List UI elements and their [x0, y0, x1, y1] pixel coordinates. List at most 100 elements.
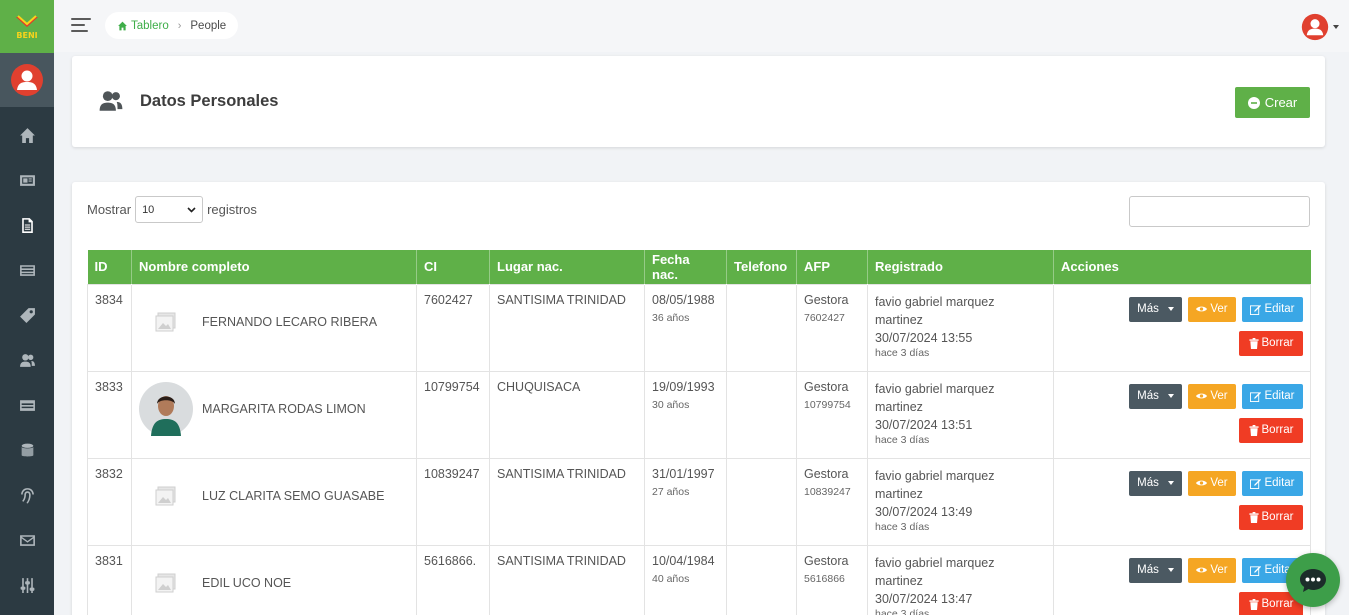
- table-card: Mostrar 10 registros ID Nombre completo CI…: [72, 182, 1325, 615]
- user-avatar-icon: [1301, 13, 1329, 41]
- edit-button[interactable]: Editar: [1242, 383, 1303, 409]
- database-icon: [21, 443, 33, 457]
- more-button[interactable]: Más: [1129, 383, 1182, 409]
- home-icon: [118, 21, 127, 30]
- menu-toggle-icon[interactable]: [71, 18, 91, 32]
- afp-name: Gestora: [804, 379, 849, 394]
- birthdate: 10/04/1984: [652, 553, 715, 568]
- cell-actions: Más Ver Editar Borrar: [1053, 457, 1311, 546]
- eye-icon: [1196, 393, 1208, 399]
- column-header[interactable]: Lugar nac.: [489, 250, 645, 284]
- sidebar: BENI: [0, 0, 54, 615]
- registered-by: favio gabriel marquez: [875, 468, 995, 483]
- afp-name: Gestora: [804, 292, 849, 307]
- cell-birthdate: 08/05/1988 36 años: [644, 283, 727, 372]
- cell-ci: 10799754: [416, 370, 490, 459]
- eye-icon: [1196, 306, 1208, 312]
- edit-icon: [1250, 304, 1262, 315]
- users-icon: [99, 91, 123, 111]
- image-placeholder-icon: [155, 312, 176, 331]
- person-name: MARGARITA RODAS LIMON: [202, 401, 366, 416]
- registered-by-cont: martinez: [875, 486, 923, 501]
- delete-label: Borrar: [1261, 511, 1294, 523]
- registered-at: 30/07/2024 13:49: [875, 504, 973, 519]
- sidebar-item-list[interactable]: [0, 248, 54, 293]
- page-header-card: Datos Personales Crear: [72, 56, 1325, 147]
- cell-birthplace: CHUQUISACA: [489, 370, 645, 459]
- sidebar-item-dashboard[interactable]: [0, 158, 54, 203]
- chevron-down-icon: [187, 206, 196, 213]
- column-header[interactable]: AFP: [796, 250, 868, 284]
- age: 30 años: [652, 398, 690, 411]
- column-header[interactable]: Registrado: [867, 250, 1054, 284]
- registered-by-cont: martinez: [875, 573, 923, 588]
- page-length-control: Mostrar 10 registros: [87, 196, 257, 223]
- column-header[interactable]: CI: [416, 250, 490, 284]
- home-icon: [19, 128, 35, 143]
- column-header[interactable]: Telefono: [726, 250, 797, 284]
- edit-button[interactable]: Editar: [1242, 470, 1303, 496]
- column-header[interactable]: Fecha nac.: [644, 250, 727, 284]
- table-row: 3833 MARGARITA RODAS LIMON 10799754 CHUQ…: [87, 370, 1311, 459]
- more-label: Más: [1137, 390, 1159, 402]
- view-button[interactable]: Ver: [1188, 296, 1236, 322]
- cell-id: 3833: [87, 370, 132, 459]
- column-header[interactable]: Acciones: [1053, 250, 1311, 284]
- view-button[interactable]: Ver: [1188, 470, 1236, 496]
- cell-id: 3834: [87, 283, 132, 372]
- logo-text: BENI: [16, 31, 37, 40]
- person-photo: [139, 381, 193, 436]
- afp-name: Gestora: [804, 553, 849, 568]
- registered-by: favio gabriel marquez: [875, 294, 995, 309]
- sidebar-item-fingerprint[interactable]: [0, 473, 54, 518]
- more-button[interactable]: Más: [1129, 557, 1182, 583]
- create-button[interactable]: Crear: [1235, 87, 1310, 118]
- sidebar-item-mail[interactable]: [0, 518, 54, 563]
- cell-phone: [726, 370, 797, 459]
- cell-registered: favio gabriel marquez martinez 30/07/202…: [867, 457, 1054, 546]
- birthdate: 31/01/1997: [652, 466, 715, 481]
- sidebar-item-documents[interactable]: [0, 203, 54, 248]
- sidebar-item-database[interactable]: [0, 428, 54, 473]
- registered-by-cont: martinez: [875, 312, 923, 327]
- view-label: Ver: [1210, 303, 1228, 315]
- brand-logo[interactable]: BENI: [0, 0, 54, 53]
- image-placeholder-icon: [155, 486, 176, 505]
- person-avatar[interactable]: [139, 381, 193, 436]
- delete-button[interactable]: Borrar: [1239, 504, 1303, 530]
- delete-button[interactable]: Borrar: [1239, 417, 1303, 443]
- delete-button[interactable]: Borrar: [1239, 330, 1303, 356]
- person-avatar[interactable]: [139, 469, 193, 523]
- person-avatar[interactable]: [139, 556, 193, 610]
- page-length-select[interactable]: 10: [135, 196, 204, 223]
- column-header[interactable]: ID: [87, 250, 132, 284]
- user-menu[interactable]: [1301, 13, 1339, 41]
- person-avatar[interactable]: [139, 295, 193, 349]
- sidebar-item-tags[interactable]: [0, 293, 54, 338]
- view-button[interactable]: Ver: [1188, 383, 1236, 409]
- sidebar-user-avatar[interactable]: [0, 53, 54, 107]
- topbar: Tablero › People: [54, 0, 1349, 52]
- records-label: registros: [207, 202, 257, 217]
- edit-icon: [1250, 391, 1262, 402]
- more-label: Más: [1137, 564, 1159, 576]
- sidebar-item-home[interactable]: [0, 113, 54, 158]
- cell-birthplace: SANTISIMA TRINIDAD: [489, 457, 645, 546]
- chat-button[interactable]: [1286, 553, 1340, 607]
- sidebar-item-table[interactable]: [0, 383, 54, 428]
- view-button[interactable]: Ver: [1188, 557, 1236, 583]
- sidebar-item-settings[interactable]: [0, 563, 54, 608]
- cell-phone: [726, 544, 797, 615]
- column-header[interactable]: Nombre completo: [131, 250, 417, 284]
- more-button[interactable]: Más: [1129, 470, 1182, 496]
- edit-button[interactable]: Editar: [1242, 296, 1303, 322]
- delete-label: Borrar: [1261, 424, 1294, 436]
- search-input[interactable]: [1129, 196, 1310, 227]
- cell-birthdate: 31/01/1997 27 años: [644, 457, 727, 546]
- breadcrumb-home[interactable]: Tablero: [117, 20, 169, 32]
- cell-name: FERNANDO LECARO RIBERA: [131, 283, 417, 372]
- delete-label: Borrar: [1261, 337, 1294, 349]
- sidebar-item-people[interactable]: [0, 338, 54, 383]
- afp-number: 5616866: [804, 572, 845, 585]
- more-button[interactable]: Más: [1129, 296, 1182, 322]
